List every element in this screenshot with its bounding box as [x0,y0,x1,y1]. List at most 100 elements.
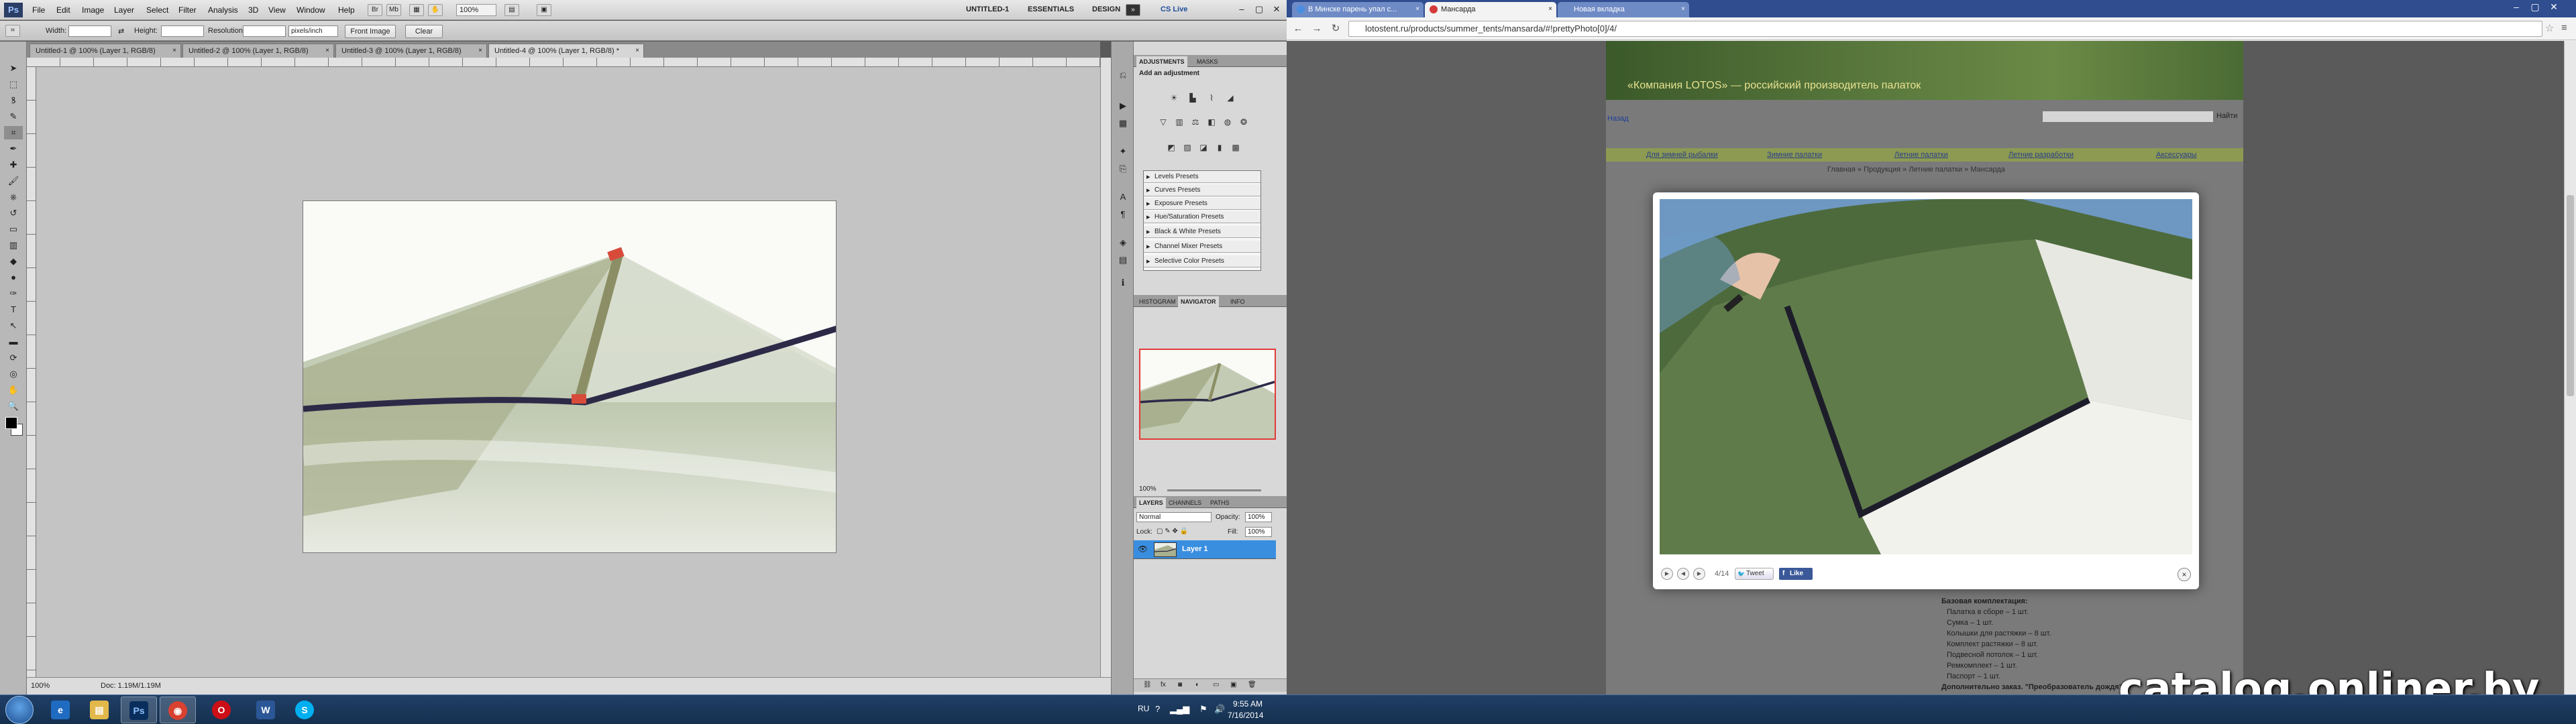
start-button[interactable] [5,696,34,724]
minibridge-icon[interactable]: Mb [386,4,401,16]
navigator-zoom-value[interactable]: 100% [1139,485,1157,493]
hue-saturation-icon[interactable]: ▥ [1174,117,1185,127]
vibrance-icon[interactable]: ▽ [1158,117,1169,127]
tab-navigator[interactable]: NAVIGATOR [1178,296,1219,307]
zoom-level-select[interactable]: 100% [456,4,496,16]
tab-layers[interactable]: LAYERS [1136,497,1166,508]
swap-icon[interactable]: ⇄ [118,27,124,36]
browser-tab-mansarda[interactable]: Мансарда × [1425,2,1556,17]
3d-rotate-icon[interactable]: ⟳ [4,351,23,365]
taskbar-opera[interactable]: O [204,697,240,723]
clear-button[interactable]: Clear [405,25,443,38]
new-layer-icon[interactable]: ▣ [1230,681,1236,688]
document-image[interactable] [303,200,837,553]
levels-icon[interactable]: ▙ [1187,93,1198,103]
navigator-thumbnail[interactable] [1139,349,1276,440]
more-workspaces-icon[interactable]: » [1126,4,1140,16]
doc-tab-untitled-3[interactable]: Untitled-3 @ 100% (Layer 1, RGB/8) × [335,44,487,58]
color-balance-icon[interactable]: ⚖ [1190,117,1201,127]
brightness-icon[interactable]: ☀ [1169,93,1179,103]
layer-style-icon[interactable]: fx [1161,681,1166,688]
selective-color-icon[interactable]: ▩ [1230,142,1241,153]
tab-info[interactable]: INFO [1228,296,1248,307]
resolution-unit-select[interactable]: pixels/inch [288,25,338,37]
close-tab-icon[interactable]: × [1548,2,1552,17]
tweet-button[interactable]: Tweet [1735,568,1774,580]
nav-winter-fishing[interactable]: Для зимней рыбалки [1646,151,1718,159]
nav-winter-tents[interactable]: Зимние палатки [1767,151,1822,159]
close-tab-icon[interactable]: × [1681,2,1685,17]
history-brush-icon[interactable]: ↺ [4,206,23,220]
back-link[interactable]: Назад [1607,115,1629,123]
paragraph-panel-icon[interactable]: ¶ [1116,208,1130,221]
menu-help[interactable]: Help [338,5,355,15]
menu-window[interactable]: Window [297,5,325,15]
black-white-icon[interactable]: ◧ [1206,117,1217,127]
bookmark-star-icon[interactable]: ☆ [2545,22,2554,34]
lightbox-photo[interactable] [1660,199,2192,554]
3d-orbit-icon[interactable]: ◎ [4,367,23,381]
taskbar-chrome[interactable]: ◉ [160,697,196,723]
reload-icon[interactable]: ↻ [1328,22,1343,36]
eyedropper-tool-icon[interactable]: ✒ [4,142,23,156]
nav-summer-tents[interactable]: Летние палатки [1894,151,1948,159]
hand-tool-icon[interactable]: ✋ [4,383,23,397]
layer-name[interactable]: Layer 1 [1182,545,1208,553]
tab-channels[interactable]: CHANNELS [1166,497,1204,508]
resolution-field[interactable] [243,25,286,37]
doc-tab-untitled-4[interactable]: Untitled-4 @ 100% (Layer 1, RGB/8) * × [488,44,644,58]
dodge-tool-icon[interactable]: ● [4,271,23,284]
gradient-map-icon[interactable]: ▮ [1214,142,1225,153]
doc-tab-untitled-1[interactable]: Untitled-1 @ 100% (Layer 1, RGB/8) × [30,44,181,58]
link-layers-icon[interactable]: ⛓ [1143,681,1152,688]
taskbar-ie[interactable]: e [43,697,79,723]
menu-analysis[interactable]: Analysis [208,5,238,15]
channel-mixer-icon[interactable]: ❂ [1238,117,1249,127]
preset-hue-saturation[interactable]: Hue/Saturation Presets [1144,211,1260,223]
preset-curves[interactable]: Curves Presets [1144,184,1260,196]
nav-accessories[interactable]: Аксессуары [2156,151,2196,159]
menu-filter[interactable]: Filter [178,5,197,15]
invert-icon[interactable]: ◩ [1166,142,1177,153]
canvas-vertical-scrollbar[interactable] [1100,58,1111,677]
next-icon[interactable]: ▶ [1693,568,1705,580]
language-indicator[interactable]: RU [1138,704,1149,713]
tab-paths[interactable]: PATHS [1208,497,1232,508]
nav-summer-dev[interactable]: Летние разработки [2008,151,2074,159]
flag-icon[interactable]: ⚑ [1199,704,1208,715]
marquee-tool-icon[interactable]: ⬚ [4,78,23,91]
move-tool-icon[interactable]: ➤ [4,62,23,75]
taskbar-explorer[interactable]: ▤ [82,697,118,723]
lock-icons[interactable]: ▢ ✎ ✥ 🔒 [1157,528,1188,535]
healing-brush-icon[interactable]: ✚ [4,158,23,172]
page-scrollbar-thumb[interactable] [2567,195,2574,396]
volume-icon[interactable]: 🔊 [1214,704,1225,715]
close-icon[interactable]: ✕ [1268,3,1285,16]
menu-select[interactable]: Select [146,5,168,15]
canvas-area[interactable] [36,67,1100,677]
workspace-untitled-1[interactable]: UNTITLED-1 [966,5,1009,13]
tab-histogram[interactable]: HISTOGRAM [1136,296,1178,307]
workspace-essentials[interactable]: ESSENTIALS [1028,5,1074,13]
forward-icon[interactable]: → [1309,22,1324,36]
browser-tab-new[interactable]: Новая вкладка × [1558,2,1689,17]
history-panel-icon[interactable]: ⎌ [1116,68,1130,82]
taskbar-skype[interactable]: S [287,697,323,723]
address-bar[interactable]: lotostent.ru/products/summer_tents/mansa… [1348,21,2542,37]
crop-tool-preset-icon[interactable]: ⌗ [5,25,20,37]
arrange-documents-icon[interactable]: ▤ [504,4,519,16]
exposure-icon[interactable]: ◢ [1225,93,1236,103]
close-tab-icon[interactable]: × [325,44,329,58]
network-icon[interactable]: ▂▄▆ [1170,704,1189,715]
menu-view[interactable]: View [268,5,286,15]
site-search-input[interactable] [2042,111,2214,123]
character-panel-icon[interactable]: A [1116,190,1130,204]
visibility-eye-icon[interactable]: 👁 [1138,544,1148,554]
new-group-icon[interactable]: ▭ [1213,681,1219,688]
minimize-icon[interactable]: – [2508,1,2525,12]
facebook-like-button[interactable]: Like [1779,568,1813,580]
bridge-icon[interactable]: Br [368,4,382,16]
taskbar-photoshop[interactable]: Ps [121,697,157,723]
extras-icon[interactable]: ▦ [409,4,424,16]
preset-black-white[interactable]: Black & White Presets [1144,226,1260,238]
